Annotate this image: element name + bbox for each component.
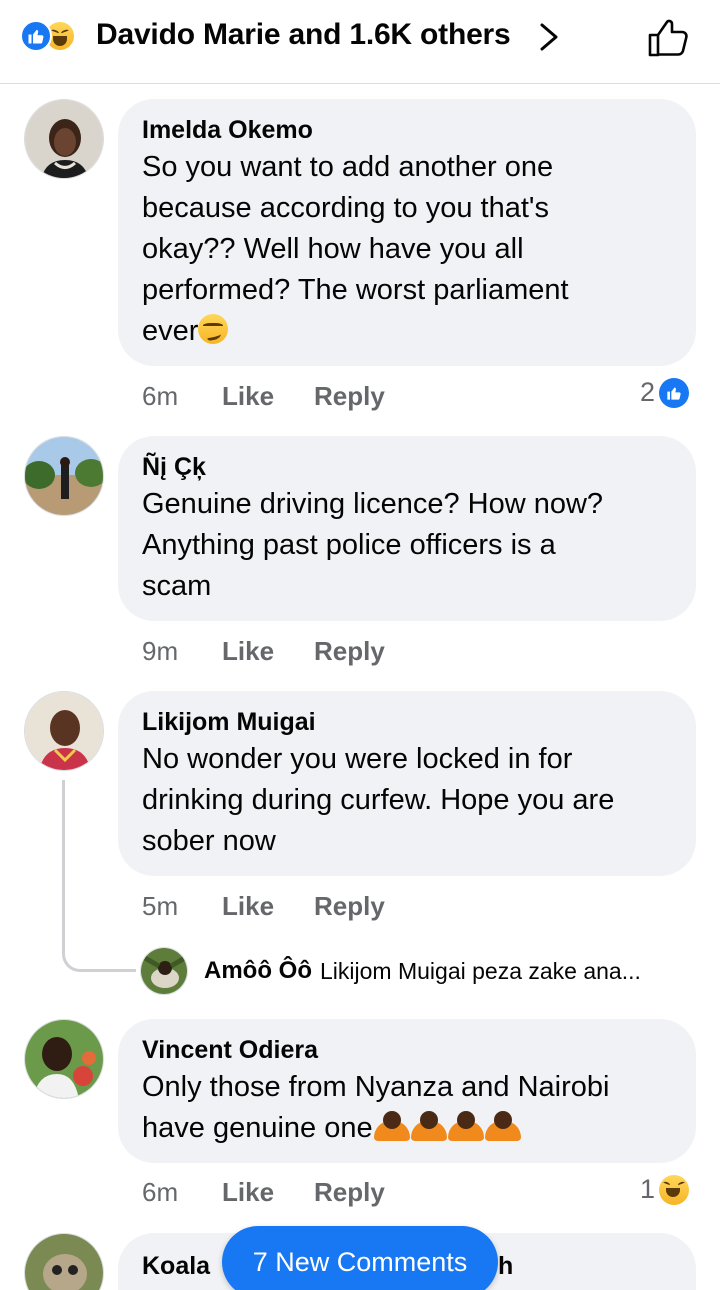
comment-bubble[interactable]: Imelda Okemo So you want to add another … bbox=[118, 99, 696, 366]
avatar[interactable] bbox=[24, 1233, 104, 1290]
avatar[interactable] bbox=[24, 1019, 104, 1099]
comment-timestamp: 9m bbox=[142, 635, 179, 666]
like-button[interactable]: Like bbox=[222, 636, 314, 667]
like-icon bbox=[659, 377, 690, 408]
comment-bubble[interactable]: Likijom Muigai No wonder you were locked… bbox=[118, 691, 696, 876]
like-button[interactable]: Like bbox=[222, 381, 314, 412]
haha-icon bbox=[659, 1174, 690, 1205]
reply-thread-line bbox=[62, 780, 136, 972]
avatar[interactable] bbox=[24, 99, 104, 179]
smirk-emoji bbox=[198, 314, 229, 344]
thumbs-up-outline-icon[interactable] bbox=[644, 14, 692, 62]
reply-preview[interactable]: Amôô Ôô Likijom Muigai peza zake ana... bbox=[140, 946, 641, 996]
comment-actions: 5m Like Reply bbox=[142, 886, 385, 926]
comment-text: So you want to add another one because a… bbox=[142, 151, 569, 347]
reactions-summary-text[interactable]: Davido Marie and 1.6K others bbox=[96, 18, 511, 52]
comment-bubble[interactable]: Ñį Çķ Genuine driving licence? How now? … bbox=[118, 436, 696, 621]
comment-bubble[interactable]: Vincent Odiera Only those from Nyanza an… bbox=[118, 1019, 696, 1163]
comment-author[interactable]: Likijom Muigai bbox=[142, 705, 672, 739]
comment-author[interactable]: Imelda Okemo bbox=[142, 113, 672, 147]
avatar[interactable] bbox=[24, 436, 104, 516]
comment-actions: 9m Like Reply bbox=[142, 631, 385, 671]
comment-author[interactable]: Ñį Çķ bbox=[142, 450, 672, 484]
reply-author[interactable]: Amôô Ôô bbox=[204, 957, 312, 985]
bowing-person-emoji bbox=[410, 1111, 448, 1141]
bowing-person-emoji bbox=[447, 1111, 485, 1141]
reply-button[interactable]: Reply bbox=[314, 891, 385, 922]
reaction-count[interactable]: 2 bbox=[640, 377, 690, 408]
new-comments-button[interactable]: 7 New Comments bbox=[222, 1226, 498, 1290]
reactions-header: Davido Marie and 1.6K others bbox=[0, 0, 720, 84]
comment-timestamp: 6m bbox=[142, 1176, 179, 1207]
comment-actions: 6m Like Reply bbox=[142, 1172, 385, 1212]
comment-author[interactable]: Vincent Odiera bbox=[142, 1033, 672, 1067]
reaction-count[interactable]: 1 bbox=[640, 1174, 690, 1205]
reply-button[interactable]: Reply bbox=[314, 1177, 385, 1208]
comment-timestamp: 6m bbox=[142, 380, 179, 411]
reply-button[interactable]: Reply bbox=[314, 381, 385, 412]
comment-timestamp: 5m bbox=[142, 890, 179, 921]
comment-text: Genuine driving licence? How now? Anythi… bbox=[142, 488, 604, 602]
reply-button[interactable]: Reply bbox=[314, 636, 385, 667]
comment-actions: 6m Like Reply bbox=[142, 376, 385, 416]
reply-text: Likijom Muigai peza zake ana... bbox=[320, 957, 641, 984]
like-button[interactable]: Like bbox=[222, 1177, 314, 1208]
reaction-summary[interactable] bbox=[20, 20, 76, 52]
comment-text: No wonder you were locked in for drinkin… bbox=[142, 743, 615, 857]
chevron-right-icon[interactable] bbox=[536, 22, 562, 52]
avatar[interactable] bbox=[24, 691, 104, 771]
like-button[interactable]: Like bbox=[222, 891, 314, 922]
bowing-person-emoji bbox=[373, 1111, 411, 1141]
like-icon bbox=[20, 20, 52, 52]
avatar[interactable] bbox=[140, 947, 188, 995]
comment-text: Only those from Nyanza and Nairobi have … bbox=[142, 1071, 610, 1144]
bowing-person-emoji bbox=[484, 1111, 522, 1141]
